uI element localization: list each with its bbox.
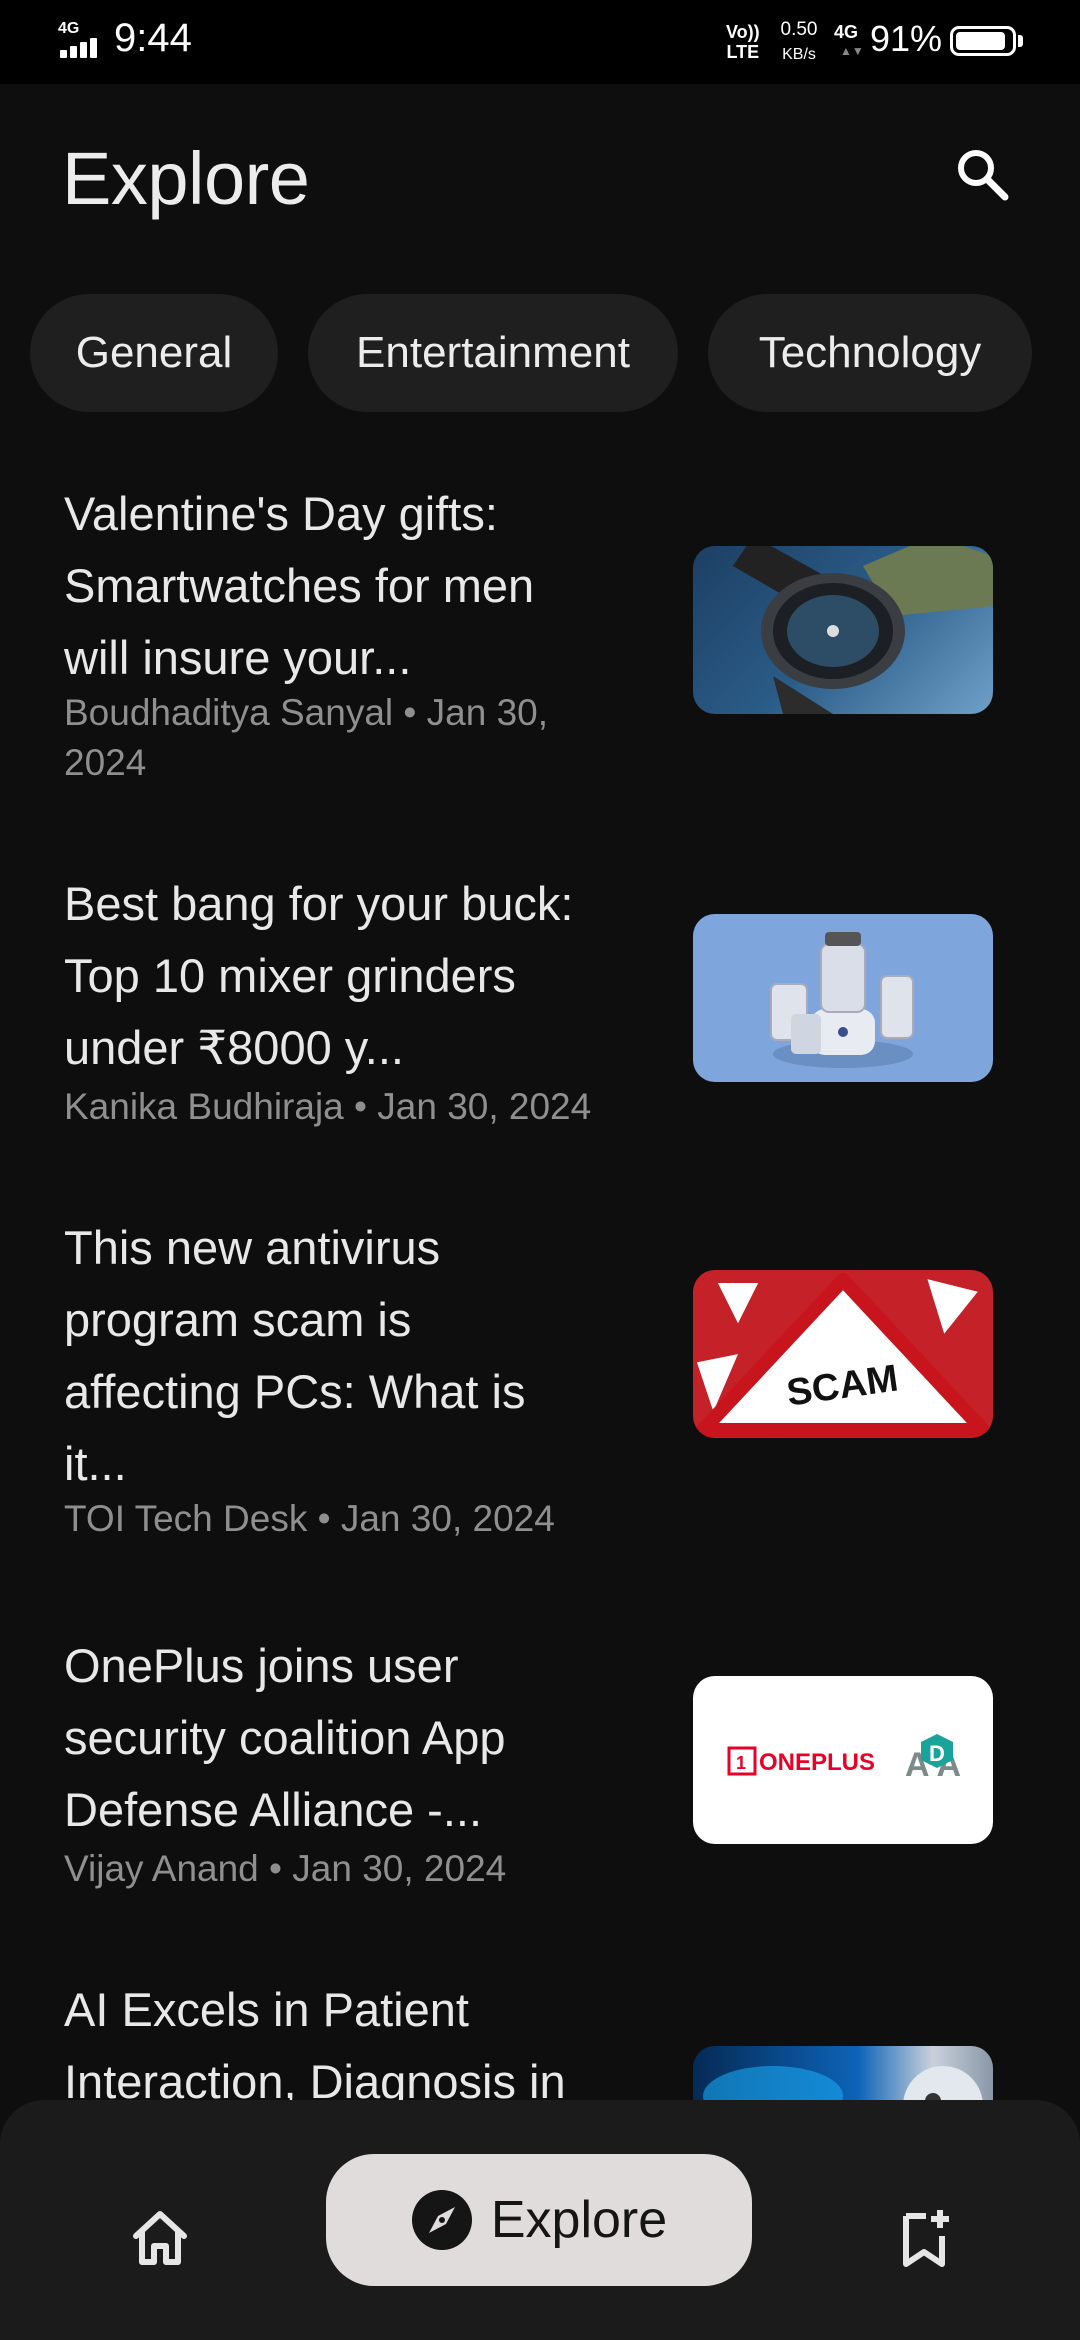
network-type: 4G (58, 20, 80, 37)
home-icon (133, 2211, 187, 2265)
scam-sign-image: SCAM (693, 1270, 993, 1438)
article-title: AI Excels in Patient Interaction, Diagno… (64, 1983, 566, 2100)
article-item[interactable]: Best bang for your buck: Top 10 mixer gr… (0, 860, 1080, 1127)
svg-text:D: D (929, 1741, 945, 1766)
article-meta: Vijay Anand • Jan 30, 2024 (64, 1848, 507, 1889)
mixer-grinder-image (693, 914, 993, 1082)
article-meta: Kanika Budhiraja • Jan 30, 2024 (64, 1086, 592, 1127)
data-activity-icon: ▲▼ (840, 44, 864, 58)
smartwatch-image (693, 546, 993, 714)
svg-text:1: 1 (736, 1753, 746, 1773)
chip-general[interactable]: General (30, 294, 278, 412)
article-title: Best bang for your buck: Top 10 mixer gr… (64, 877, 574, 1074)
oneplus-logo-text: ONEPLUS (759, 1749, 875, 1776)
battery-icon (950, 26, 1016, 56)
signal-icon (60, 38, 108, 58)
compass-icon (411, 2190, 472, 2250)
article-feed: Valentine's Day gifts: Smartwatches for … (0, 470, 1080, 2100)
chip-entertainment[interactable]: Entertainment (308, 294, 678, 412)
bookmark-add-icon (903, 2210, 949, 2267)
clock: 9:44 (114, 16, 192, 60)
status-bar: 4G 9:44 Vo)) LTE 0.50 KB/s 4G ▲▼ 91% (0, 0, 1080, 84)
page-title: Explore (62, 137, 310, 220)
battery-percent: 91% (870, 18, 943, 59)
article-title: This new antivirus program scam is affec… (64, 1221, 526, 1490)
article-item[interactable]: This new antivirus program scam is affec… (0, 1204, 1080, 1544)
nav-home-button[interactable] (118, 2196, 202, 2280)
chip-technology[interactable]: Technology (708, 294, 1032, 412)
article-item[interactable]: OnePlus joins user security coalition Ap… (0, 1622, 1080, 1889)
network-speed: 0.50 KB/s (780, 19, 818, 63)
nav-saved-button[interactable] (882, 2196, 966, 2280)
article-title: Valentine's Day gifts: Smartwatches for … (64, 487, 535, 684)
article-meta: Boudhaditya Sanyal • Jan 30, 2024 (64, 692, 549, 783)
article-item[interactable]: Valentine's Day gifts: Smartwatches for … (0, 470, 1080, 800)
nav-explore-label: Explore (490, 2191, 668, 2249)
article-item[interactable]: AI Excels in Patient Interaction, Diagno… (0, 1966, 1080, 2100)
category-chips: General Entertainment Technology (30, 294, 1080, 412)
article-title: OnePlus joins user security coalition Ap… (64, 1639, 506, 1836)
ai-robot-image (693, 2046, 993, 2100)
network-type-secondary: 4G (834, 22, 859, 42)
nav-explore-button[interactable]: Explore (326, 2154, 752, 2286)
oneplus-ada-logo-image: 1 ONEPLUS A A D (693, 1676, 993, 1844)
search-icon (958, 150, 1009, 201)
search-button[interactable] (944, 136, 1022, 214)
volte-indicator: Vo)) LTE (726, 22, 760, 62)
article-meta: TOI Tech Desk • Jan 30, 2024 (64, 1498, 555, 1539)
bottom-navigation: Explore (0, 2100, 1080, 2340)
battery-tip (1018, 35, 1023, 47)
